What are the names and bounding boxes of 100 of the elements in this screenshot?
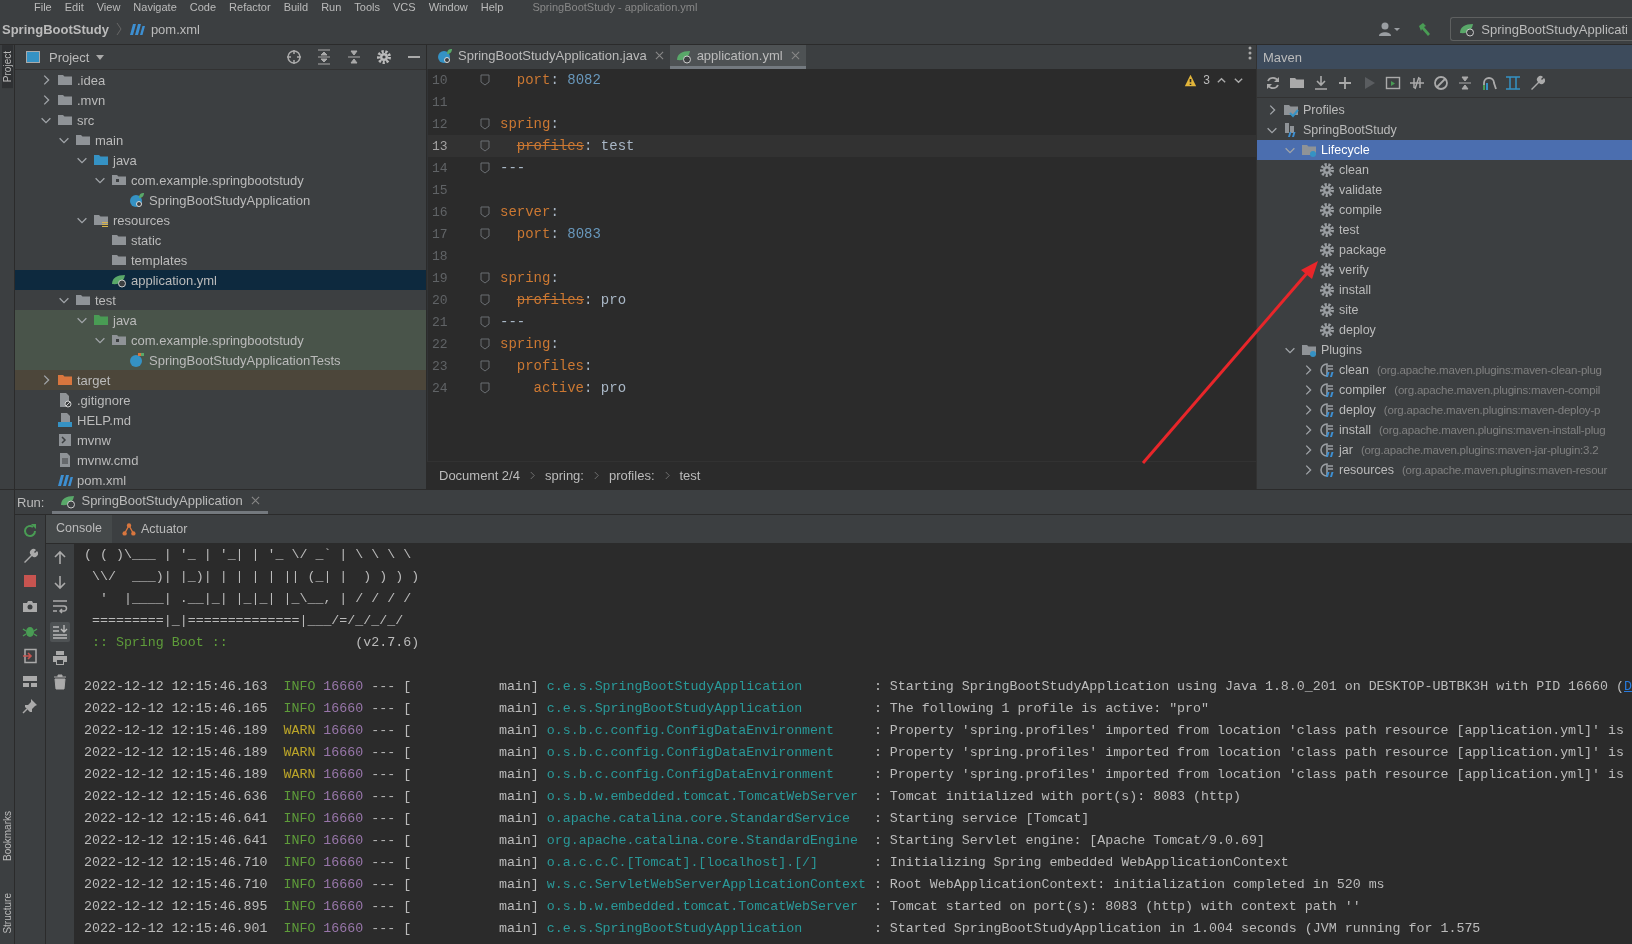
down-arrow-icon[interactable]	[52, 574, 68, 590]
fold-icon[interactable]	[480, 382, 490, 394]
fold-icon[interactable]	[480, 162, 490, 174]
menu-item[interactable]: VCS	[393, 0, 416, 14]
tree-item[interactable]: resources (org.apache.maven.plugins:maven-resour	[1257, 460, 1632, 480]
menu-item[interactable]: Tools	[354, 0, 380, 14]
more-icon[interactable]	[1248, 45, 1252, 61]
locate-icon[interactable]	[286, 49, 302, 65]
tree-item[interactable]: main	[15, 130, 426, 150]
fold-icon[interactable]	[480, 206, 490, 218]
wrench-icon[interactable]	[1529, 75, 1545, 91]
tree-item[interactable]: validate	[1257, 180, 1632, 200]
run-configuration[interactable]: SpringBootStudyApplicati	[1450, 17, 1632, 41]
tree-item[interactable]: package	[1257, 240, 1632, 260]
fold-icon[interactable]	[480, 338, 490, 350]
fold-icon[interactable]	[480, 228, 490, 240]
tree-item[interactable]: mvnw.cmd	[15, 450, 426, 470]
tree-item[interactable]: pom.xml	[15, 470, 426, 490]
tree-item[interactable]: src	[15, 110, 426, 130]
user-icon[interactable]	[1378, 21, 1403, 37]
tree-item[interactable]: java	[15, 310, 426, 330]
tree-item[interactable]: SpringBootStudyApplicationTests	[15, 350, 426, 370]
fold-icon[interactable]	[480, 294, 490, 306]
breadcrumb-item[interactable]: profiles:	[608, 468, 655, 483]
tree-item[interactable]: verify	[1257, 260, 1632, 280]
tree-item[interactable]: SpringBootStudyApplication	[15, 190, 426, 210]
tree-item[interactable]: deploy (org.apache.maven.plugins:maven-deploy-p	[1257, 400, 1632, 420]
menu-item[interactable]: Navigate	[133, 0, 177, 14]
execute-icon[interactable]	[1385, 75, 1401, 91]
tree-item[interactable]: application.yml	[15, 270, 426, 290]
reload-icon[interactable]	[1265, 75, 1281, 91]
tree-item[interactable]: clean	[1257, 160, 1632, 180]
settings-icon[interactable]	[376, 49, 392, 65]
tree-item[interactable]: Profiles	[1257, 100, 1632, 120]
scroll-to-end-icon[interactable]	[50, 622, 70, 642]
exit-icon[interactable]	[22, 648, 38, 664]
pin-icon[interactable]	[22, 698, 38, 714]
soft-wrap-icon[interactable]	[52, 598, 68, 614]
tree-item[interactable]: .gitignore	[15, 390, 426, 410]
close-icon[interactable]	[790, 51, 800, 60]
tree-item[interactable]: Plugins	[1257, 340, 1632, 360]
tree-item[interactable]: SpringBootStudy	[1257, 120, 1632, 140]
breadcrumb-item[interactable]: spring:	[544, 468, 584, 483]
fold-icon[interactable]	[480, 118, 490, 130]
folder-icon[interactable]	[1289, 75, 1305, 91]
close-icon[interactable]	[654, 51, 664, 60]
breadcrumb-item[interactable]: Document 2/4	[439, 468, 520, 483]
menu-item[interactable]: Build	[283, 0, 309, 14]
add-icon[interactable]	[1337, 75, 1353, 91]
collapse-all-icon[interactable]	[346, 49, 362, 65]
caret-icon[interactable]	[95, 52, 106, 62]
skip-tests-icon[interactable]	[1433, 75, 1449, 91]
menu-item[interactable]: Refactor	[229, 0, 271, 14]
tree-item[interactable]: com.example.springbootstudy	[15, 170, 426, 190]
tree-item[interactable]: compile	[1257, 200, 1632, 220]
close-icon[interactable]	[250, 496, 260, 505]
menu-item[interactable]: Run	[321, 0, 342, 14]
nav-project[interactable]: SpringBootStudy	[2, 21, 109, 37]
tree-item[interactable]: site	[1257, 300, 1632, 320]
breadcrumb-item[interactable]: test	[679, 468, 701, 483]
stop-icon[interactable]	[22, 573, 38, 589]
tool-window-tab[interactable]: Bookmarks	[1, 805, 13, 868]
collapse-all-icon[interactable]	[1457, 75, 1473, 91]
tool-window-tab[interactable]: Structure	[1, 887, 13, 940]
tree-item[interactable]: jar (org.apache.maven.plugins:maven-jar-plugin:3.2	[1257, 440, 1632, 460]
tree-item[interactable]: HELP.md	[15, 410, 426, 430]
console-tab[interactable]: Console	[46, 515, 112, 543]
tree-item[interactable]: java	[15, 150, 426, 170]
print-icon[interactable]	[52, 650, 68, 666]
tree-item[interactable]: static	[15, 230, 426, 250]
download-icon[interactable]	[1313, 75, 1329, 91]
menu-item[interactable]: Edit	[64, 0, 84, 14]
tree-item[interactable]: test	[1257, 220, 1632, 240]
menu-item[interactable]: Window	[428, 0, 468, 14]
tree-item[interactable]: com.example.springbootstudy	[15, 330, 426, 350]
tree-item[interactable]: .mvn	[15, 90, 426, 110]
tree-item[interactable]: test	[15, 290, 426, 310]
editor-tab[interactable]: SpringBootStudyApplication.java	[431, 45, 670, 69]
menu-item[interactable]: File	[34, 0, 52, 14]
fold-icon[interactable]	[480, 360, 490, 372]
tree-item[interactable]: resources	[15, 210, 426, 230]
menu-item[interactable]: Help	[480, 0, 504, 14]
camera-icon[interactable]	[22, 598, 38, 614]
tool-window-tab[interactable]: Project	[1, 45, 13, 89]
panel-title[interactable]: Project	[49, 49, 90, 65]
fold-icon[interactable]	[480, 272, 490, 284]
up-arrow-icon[interactable]	[52, 550, 68, 566]
warning-count[interactable]: 3	[1203, 73, 1210, 87]
tree-item[interactable]: Lifecycle	[1257, 140, 1632, 160]
trash-icon[interactable]	[52, 674, 68, 690]
tree-item[interactable]: deploy	[1257, 320, 1632, 340]
tree-item[interactable]: target	[15, 370, 426, 390]
tree-item[interactable]: install	[1257, 280, 1632, 300]
tree-item[interactable]: compiler (org.apache.maven.plugins:maven-compil	[1257, 380, 1632, 400]
rerun-icon[interactable]	[22, 523, 38, 539]
editor-tab[interactable]: application.yml	[669, 45, 806, 69]
tree-item[interactable]: mvnw	[15, 430, 426, 450]
fold-icon[interactable]	[480, 140, 490, 152]
menu-item[interactable]: Code	[189, 0, 217, 14]
fold-icon[interactable]	[480, 316, 490, 328]
